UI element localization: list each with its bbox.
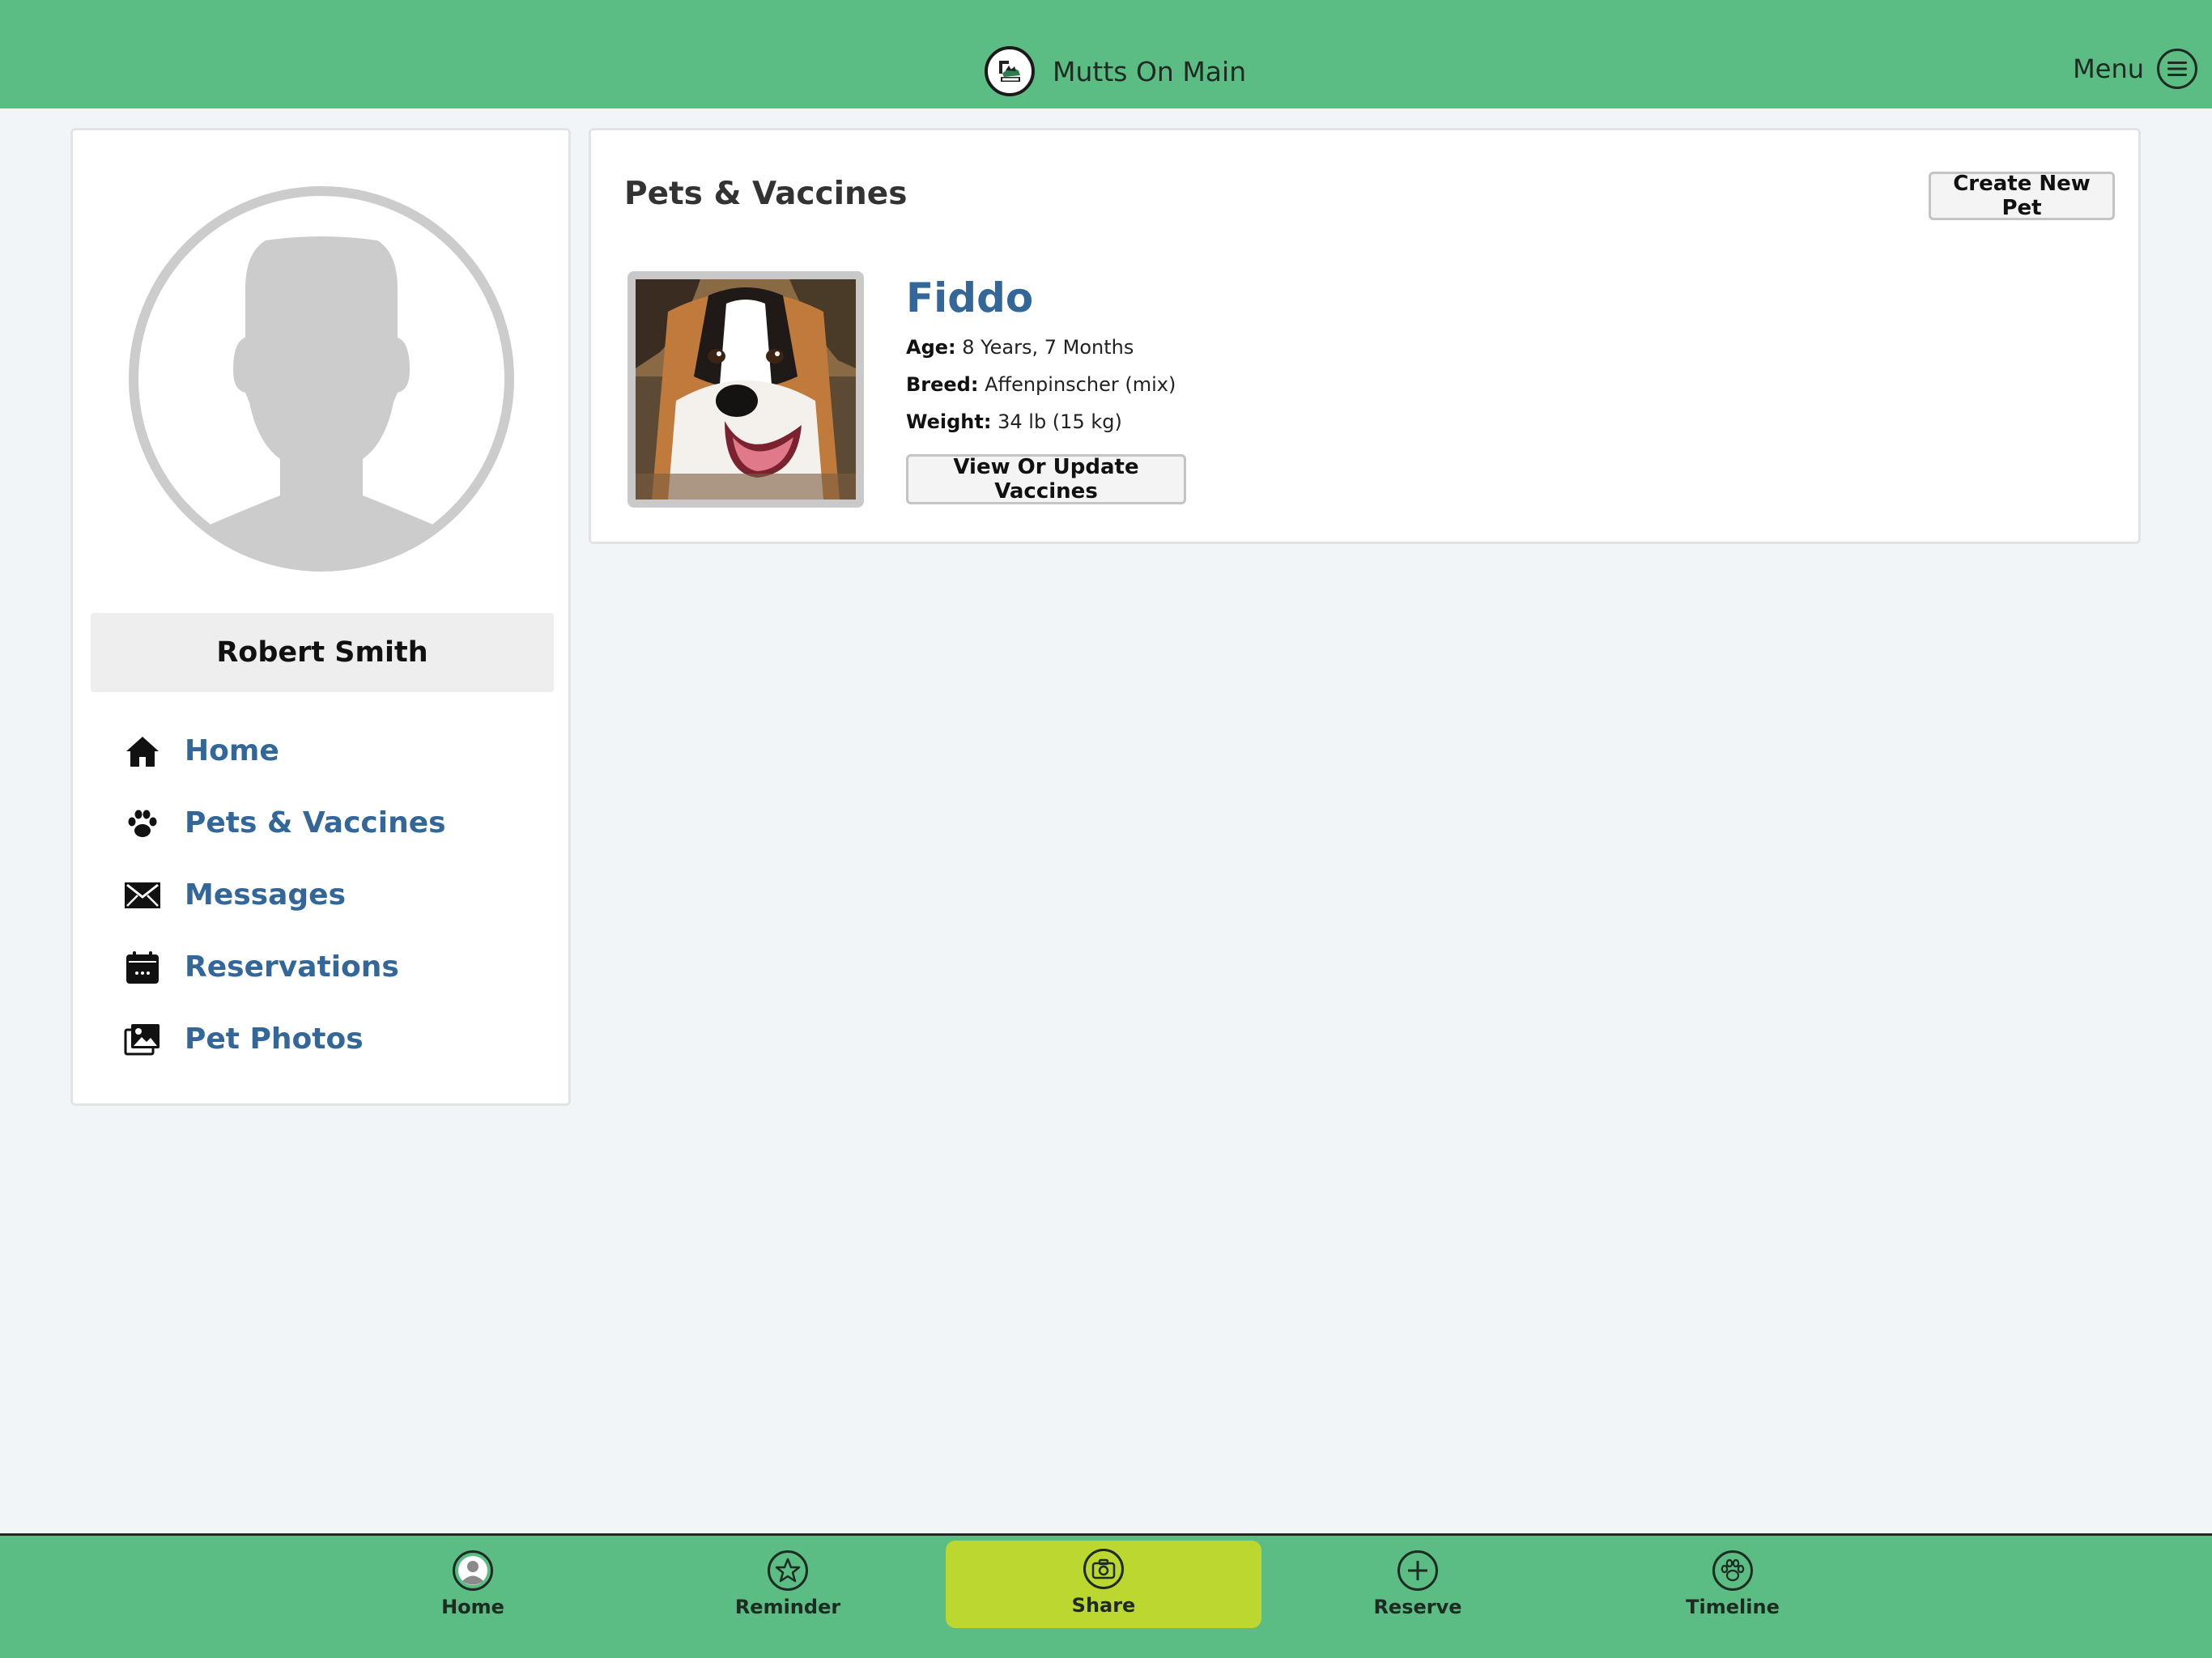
camera-icon <box>1083 1549 1124 1589</box>
pet-age-label: Age: <box>906 336 956 359</box>
envelope-icon <box>123 876 162 915</box>
sidebar-item-home[interactable]: Home <box>123 715 544 787</box>
app-name: Mutts On Main <box>1053 55 1247 87</box>
mutts-logo-icon <box>985 46 1035 96</box>
pet-breed-label: Breed: <box>906 373 979 396</box>
tab-home[interactable]: Home <box>315 1536 631 1658</box>
tab-label: Share <box>1071 1594 1136 1617</box>
sidebar-item-label: Home <box>185 734 279 767</box>
sidebar-item-pets-vaccines[interactable]: Pets & Vaccines <box>123 787 544 859</box>
pet-weight-label: Weight: <box>906 410 992 433</box>
paw-icon <box>123 804 162 843</box>
star-icon <box>768 1550 808 1591</box>
sidebar-item-messages[interactable]: Messages <box>123 859 544 931</box>
paw-icon <box>1712 1550 1753 1591</box>
pet-weight-value: 34 lb (15 kg) <box>998 410 1122 433</box>
page-title: Pets & Vaccines <box>624 176 908 212</box>
dog-photo-image <box>636 279 856 500</box>
tab-share[interactable]: Share <box>946 1541 1261 1628</box>
pet-photo[interactable] <box>627 271 864 508</box>
home-icon <box>123 732 162 771</box>
pet-age-value: 8 Years, 7 Months <box>962 336 1134 359</box>
plus-icon <box>1397 1550 1438 1591</box>
pet-weight: Weight: 34 lb (15 kg) <box>906 410 1122 433</box>
bottom-tab-bar: Home Reminder Share Reserve Timeline <box>0 1533 2212 1658</box>
hamburger-icon <box>2157 49 2197 89</box>
user-circle-icon <box>453 1550 493 1591</box>
sidebar-item-label: Pet Photos <box>185 1022 364 1056</box>
user-name: Robert Smith <box>91 613 554 692</box>
tab-label: Home <box>441 1596 504 1618</box>
brand[interactable]: Mutts On Main <box>985 45 1246 97</box>
sidebar-item-label: Messages <box>185 878 347 912</box>
top-bar: Mutts On Main Menu <box>0 0 2212 108</box>
create-new-pet-button[interactable]: Create New Pet <box>1929 172 2115 220</box>
tab-label: Timeline <box>1686 1596 1780 1618</box>
user-silhouette-icon[interactable] <box>126 184 517 574</box>
view-update-vaccines-button[interactable]: View Or Update Vaccines <box>906 454 1186 504</box>
tab-reminder[interactable]: Reminder <box>630 1536 946 1658</box>
sidebar-nav: Home Pets & Vaccines Messages Reservatio… <box>123 715 544 1075</box>
calendar-icon <box>123 948 162 987</box>
sidebar-item-pet-photos[interactable]: Pet Photos <box>123 1003 544 1075</box>
pet-breed-value: Affenpinscher (mix) <box>985 373 1176 396</box>
pet-age: Age: 8 Years, 7 Months <box>906 336 1134 359</box>
menu-button[interactable]: Menu <box>2073 49 2197 89</box>
tab-reserve[interactable]: Reserve <box>1260 1536 1576 1658</box>
profile-sidebar: Robert Smith Home Pets & Vaccines Messag… <box>70 128 571 1106</box>
photos-icon <box>123 1020 162 1059</box>
pets-panel: Pets & Vaccines Create New Pet Fiddo Age… <box>589 128 2141 544</box>
tab-timeline[interactable]: Timeline <box>1575 1536 1891 1658</box>
pet-breed: Breed: Affenpinscher (mix) <box>906 373 1176 396</box>
tab-label: Reserve <box>1373 1596 1462 1618</box>
tab-label: Reminder <box>734 1596 841 1618</box>
sidebar-item-label: Pets & Vaccines <box>185 806 446 840</box>
sidebar-item-label: Reservations <box>185 950 399 984</box>
sidebar-item-reservations[interactable]: Reservations <box>123 931 544 1003</box>
pet-name-link[interactable]: Fiddo <box>906 274 1033 321</box>
menu-label: Menu <box>2073 53 2144 84</box>
